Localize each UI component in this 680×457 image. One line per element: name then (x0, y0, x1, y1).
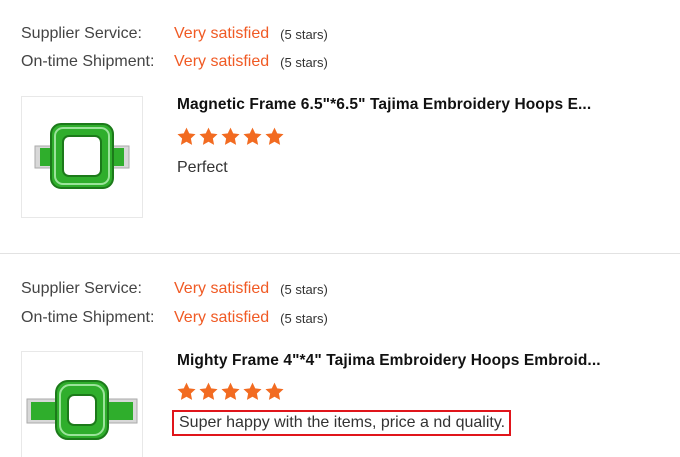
product-title[interactable]: Mighty Frame 4"*4" Tajima Embroidery Hoo… (177, 352, 601, 370)
shipment-stars: (5 stars) (280, 310, 328, 326)
star-icon (221, 382, 240, 400)
star-icon (177, 382, 196, 400)
embroidery-frame-image (34, 123, 130, 189)
supplier-service-row: Supplier Service: Very satisfied (5 star… (21, 278, 328, 300)
shipment-stars: (5 stars) (280, 54, 328, 70)
shipment-label: On-time Shipment: (21, 53, 155, 70)
shipment-row: On-time Shipment: Very satisfied (5 star… (21, 51, 328, 73)
product-thumbnail[interactable] (21, 351, 143, 457)
product-thumbnail[interactable] (21, 96, 143, 218)
star-icon (265, 382, 284, 400)
star-icon (243, 127, 262, 145)
supplier-service-value: Very satisfied (174, 25, 270, 42)
star-icon (265, 127, 284, 145)
shipment-label: On-time Shipment: (21, 309, 155, 326)
shipment-value: Very satisfied (174, 53, 270, 70)
supplier-service-label: Supplier Service: (21, 280, 142, 297)
review-text-highlighted: Super happy with the items, price a nd q… (172, 410, 512, 436)
shipment-value: Very satisfied (174, 309, 270, 326)
star-icon (199, 127, 218, 145)
star-icon (221, 127, 240, 145)
product-title[interactable]: Magnetic Frame 6.5"*6.5" Tajima Embroide… (177, 96, 591, 114)
review-card-2: Supplier Service: Very satisfied (5 star… (0, 255, 680, 457)
review-stars (176, 381, 285, 402)
supplier-service-label: Supplier Service: (21, 25, 142, 42)
review-card-1: Supplier Service: Very satisfied (5 star… (0, 0, 680, 254)
star-icon (199, 382, 218, 400)
star-icon (243, 382, 262, 400)
supplier-service-row: Supplier Service: Very satisfied (5 star… (21, 23, 328, 45)
review-stars (176, 126, 285, 147)
supplier-service-value: Very satisfied (174, 280, 270, 297)
review-text: Perfect (177, 159, 228, 176)
supplier-service-stars: (5 stars) (280, 26, 328, 42)
embroidery-frame-image (26, 380, 138, 440)
star-icon (177, 127, 196, 145)
supplier-service-stars: (5 stars) (280, 281, 328, 297)
shipment-row: On-time Shipment: Very satisfied (5 star… (21, 307, 328, 329)
